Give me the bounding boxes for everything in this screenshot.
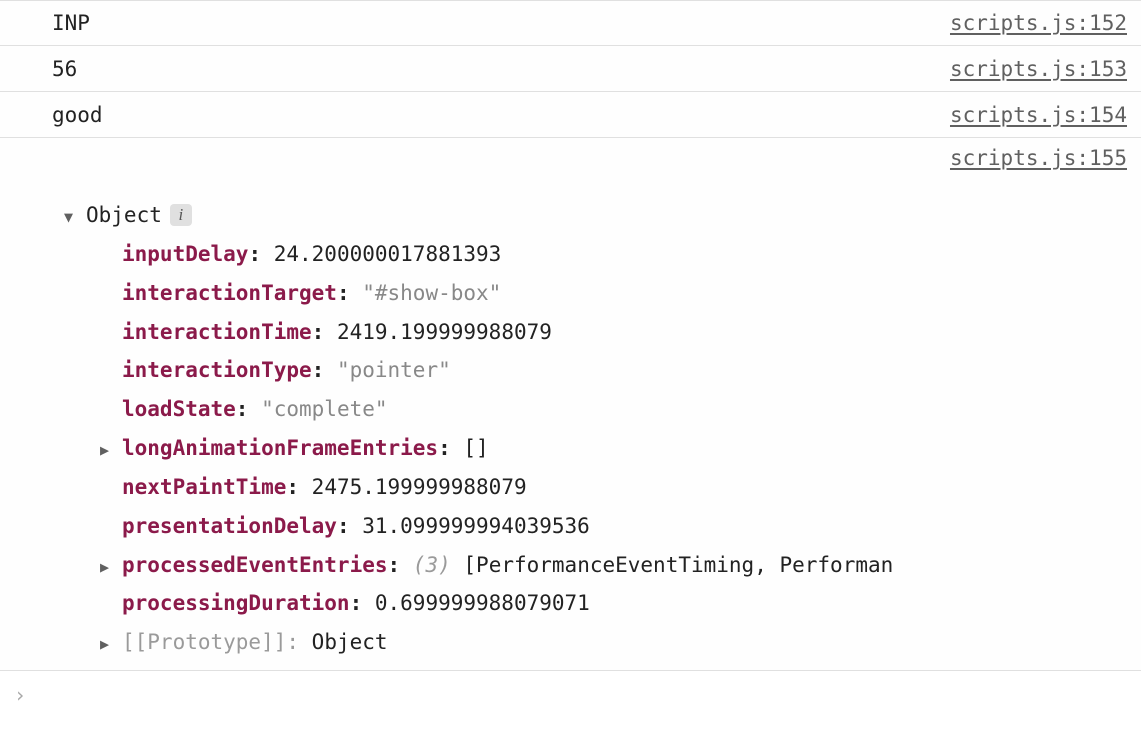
- property-row[interactable]: loadState: "complete": [100, 390, 1127, 429]
- property-row[interactable]: [[Prototype]]: Object: [100, 623, 1127, 662]
- object-header-line: scripts.js:155: [52, 146, 1127, 170]
- property-key: nextPaintTime: [122, 468, 286, 507]
- log-message: good: [52, 103, 103, 127]
- property-row[interactable]: interactionTarget: "#show-box": [100, 274, 1127, 313]
- console-object-row: scripts.js:155 Object i inputDelay: 24.2…: [0, 138, 1141, 671]
- property-key: longAnimationFrameEntries: [122, 429, 438, 468]
- property-key: loadState: [122, 390, 236, 429]
- property-value: "complete": [261, 390, 387, 429]
- property-row[interactable]: inputDelay: 24.200000017881393: [100, 235, 1127, 274]
- property-key: processedEventEntries: [122, 546, 388, 585]
- property-value: 31.099999994039536: [362, 507, 590, 546]
- console-log-row[interactable]: good scripts.js:154: [0, 92, 1141, 138]
- property-value: []: [463, 429, 488, 468]
- log-message: INP: [52, 11, 90, 35]
- property-value: Object: [312, 623, 388, 662]
- property-key: interactionType: [122, 351, 312, 390]
- property-key: inputDelay: [122, 235, 248, 274]
- object-label: Object: [86, 196, 162, 235]
- property-row[interactable]: presentationDelay: 31.099999994039536: [100, 507, 1127, 546]
- property-count: (3): [413, 546, 451, 585]
- disclosure-triangle-down-icon[interactable]: [64, 204, 86, 232]
- property-value: "pointer": [337, 351, 451, 390]
- chevron-right-icon: ›: [14, 683, 26, 707]
- property-row[interactable]: interactionType: "pointer": [100, 351, 1127, 390]
- object-tree: Object i inputDelay: 24.200000017881393 …: [52, 170, 1127, 662]
- property-value: 24.200000017881393: [274, 235, 502, 274]
- console-log-row[interactable]: 56 scripts.js:153: [0, 46, 1141, 92]
- property-row[interactable]: longAnimationFrameEntries: []: [100, 429, 1127, 468]
- disclosure-triangle-right-icon[interactable]: [100, 631, 122, 659]
- disclosure-triangle-right-icon[interactable]: [100, 554, 122, 582]
- console-prompt[interactable]: ›: [0, 671, 1141, 719]
- source-link[interactable]: scripts.js:153: [950, 57, 1127, 81]
- source-link[interactable]: scripts.js:152: [950, 11, 1127, 35]
- console-panel: INP scripts.js:152 56 scripts.js:153 goo…: [0, 0, 1141, 719]
- property-key: [[Prototype]]: [122, 623, 286, 662]
- property-row[interactable]: processedEventEntries: (3) [PerformanceE…: [100, 546, 1127, 585]
- property-row[interactable]: interactionTime: 2419.199999988079: [100, 313, 1127, 352]
- object-root[interactable]: Object i: [64, 196, 1127, 235]
- object-properties: inputDelay: 24.200000017881393 interacti…: [64, 235, 1127, 662]
- property-value: 0.699999988079071: [375, 584, 590, 623]
- property-value: [PerformanceEventTiming, Performan: [463, 546, 893, 585]
- property-key: interactionTime: [122, 313, 312, 352]
- property-value: 2419.199999988079: [337, 313, 552, 352]
- disclosure-triangle-right-icon[interactable]: [100, 437, 122, 465]
- property-value: 2475.199999988079: [312, 468, 527, 507]
- property-value: "#show-box": [362, 274, 501, 313]
- property-key: presentationDelay: [122, 507, 337, 546]
- property-key: processingDuration: [122, 584, 350, 623]
- property-row[interactable]: processingDuration: 0.699999988079071: [100, 584, 1127, 623]
- property-row[interactable]: nextPaintTime: 2475.199999988079: [100, 468, 1127, 507]
- source-link[interactable]: scripts.js:155: [950, 146, 1127, 170]
- source-link[interactable]: scripts.js:154: [950, 103, 1127, 127]
- console-log-row[interactable]: INP scripts.js:152: [0, 0, 1141, 46]
- info-icon[interactable]: i: [170, 204, 192, 226]
- property-key: interactionTarget: [122, 274, 337, 313]
- log-message: 56: [52, 57, 77, 81]
